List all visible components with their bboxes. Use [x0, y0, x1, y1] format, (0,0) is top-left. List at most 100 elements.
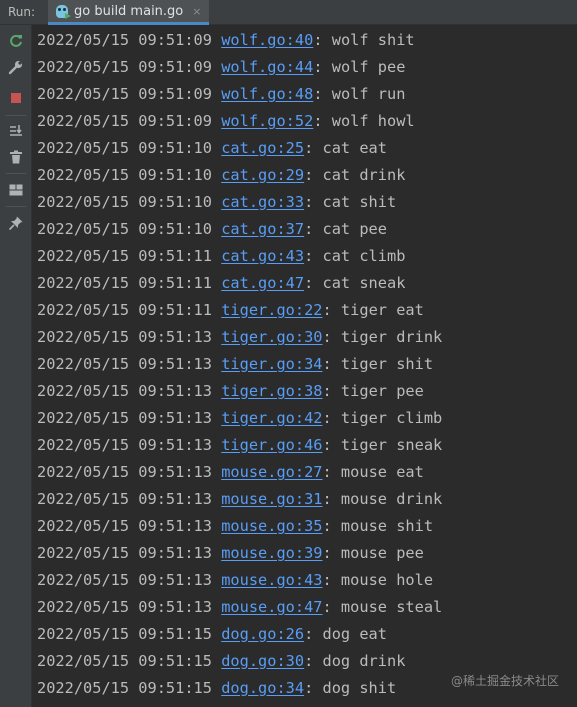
source-file-link[interactable]: wolf.go:40 [221, 31, 313, 49]
source-file-link[interactable]: cat.go:33 [221, 193, 304, 211]
source-file-link[interactable]: tiger.go:22 [221, 301, 322, 319]
source-file-link[interactable]: mouse.go:31 [221, 490, 322, 508]
console-line: 2022/05/15 09:51:11 tiger.go:22: tiger e… [37, 297, 424, 324]
log-message: : wolf howl [313, 112, 415, 130]
console-line: 2022/05/15 09:51:13 tiger.go:34: tiger s… [37, 351, 433, 378]
console-line: 2022/05/15 09:51:09 wolf.go:40: wolf shi… [37, 27, 415, 54]
log-timestamp: 2022/05/15 09:51:10 [37, 166, 212, 184]
source-file-link[interactable]: wolf.go:48 [221, 85, 313, 103]
log-timestamp: 2022/05/15 09:51:11 [37, 247, 212, 265]
source-file-link[interactable]: cat.go:29 [221, 166, 304, 184]
log-message: : wolf pee [313, 58, 406, 76]
pin-icon [8, 216, 23, 231]
console-line: 2022/05/15 09:51:10 cat.go:33: cat shit [37, 189, 396, 216]
source-file-link[interactable]: cat.go:37 [221, 220, 304, 238]
source-file-link[interactable]: cat.go:43 [221, 247, 304, 265]
log-message: : cat pee [304, 220, 387, 238]
source-file-link[interactable]: tiger.go:46 [221, 436, 322, 454]
log-message: : dog eat [304, 625, 387, 643]
source-file-link[interactable]: dog.go:30 [221, 652, 304, 670]
edit-configuration-button[interactable] [8, 59, 24, 75]
source-file-link[interactable]: tiger.go:34 [221, 355, 322, 373]
rerun-icon [10, 34, 22, 47]
stop-button[interactable] [8, 90, 24, 106]
console-line: 2022/05/15 09:51:10 cat.go:25: cat eat [37, 135, 387, 162]
scroll-to-end-button[interactable] [8, 123, 24, 139]
log-message: : mouse eat [322, 463, 424, 481]
run-tool-window-header: Run: go build main.go × [0, 0, 577, 25]
clear-all-button[interactable] [8, 149, 24, 165]
log-timestamp: 2022/05/15 09:51:13 [37, 409, 212, 427]
run-toolbar [0, 25, 32, 707]
source-file-link[interactable]: wolf.go:44 [221, 58, 313, 76]
source-file-link[interactable]: mouse.go:27 [221, 463, 322, 481]
go-gopher-run-icon [56, 4, 71, 19]
log-message: : tiger climb [322, 409, 443, 427]
source-file-link[interactable]: tiger.go:30 [221, 328, 322, 346]
log-timestamp: 2022/05/15 09:51:13 [37, 328, 212, 346]
log-timestamp: 2022/05/15 09:51:13 [37, 355, 212, 373]
console-line: 2022/05/15 09:51:10 cat.go:37: cat pee [37, 216, 387, 243]
source-file-link[interactable]: mouse.go:47 [221, 598, 322, 616]
source-file-link[interactable]: mouse.go:39 [221, 544, 322, 562]
log-timestamp: 2022/05/15 09:51:09 [37, 31, 212, 49]
close-icon[interactable]: × [192, 5, 201, 18]
log-timestamp: 2022/05/15 09:51:13 [37, 382, 212, 400]
tab-go-build-main[interactable]: go build main.go × [48, 0, 210, 25]
console-line: 2022/05/15 09:51:09 wolf.go:52: wolf how… [37, 108, 415, 135]
source-file-link[interactable]: tiger.go:38 [221, 382, 322, 400]
log-timestamp: 2022/05/15 09:51:13 [37, 463, 212, 481]
trash-icon [10, 150, 22, 164]
console-line: 2022/05/15 09:51:13 mouse.go:47: mouse s… [37, 594, 442, 621]
log-message: : dog shit [304, 679, 397, 697]
log-timestamp: 2022/05/15 09:51:10 [37, 193, 212, 211]
pin-tab-button[interactable] [8, 215, 24, 231]
source-file-link[interactable]: dog.go:26 [221, 625, 304, 643]
source-file-link[interactable]: dog.go:34 [221, 679, 304, 697]
run-label: Run: [8, 5, 36, 19]
toolbar-separator [6, 206, 26, 207]
console-line: 2022/05/15 09:51:13 mouse.go:27: mouse e… [37, 459, 424, 486]
console-line: 2022/05/15 09:51:13 tiger.go:46: tiger s… [37, 432, 442, 459]
layout-button[interactable] [8, 182, 24, 198]
log-message: : cat climb [304, 247, 406, 265]
source-file-link[interactable]: mouse.go:35 [221, 517, 322, 535]
source-file-link[interactable]: tiger.go:42 [221, 409, 322, 427]
source-file-link[interactable]: cat.go:47 [221, 274, 304, 292]
layout-icon [9, 184, 23, 196]
log-message: : cat eat [304, 139, 387, 157]
log-message: : dog drink [304, 652, 406, 670]
log-message: : cat sneak [304, 274, 406, 292]
console-line: 2022/05/15 09:51:13 mouse.go:35: mouse s… [37, 513, 433, 540]
log-message: : cat shit [304, 193, 397, 211]
log-timestamp: 2022/05/15 09:51:13 [37, 598, 212, 616]
console-line: 2022/05/15 09:51:15 dog.go:26: dog eat [37, 621, 387, 648]
log-timestamp: 2022/05/15 09:51:15 [37, 625, 212, 643]
log-message: : mouse hole [322, 571, 434, 589]
toolbar-separator [6, 173, 26, 174]
log-timestamp: 2022/05/15 09:51:11 [37, 301, 212, 319]
log-timestamp: 2022/05/15 09:51:13 [37, 490, 212, 508]
log-message: : wolf shit [313, 31, 415, 49]
log-timestamp: 2022/05/15 09:51:10 [37, 220, 212, 238]
source-file-link[interactable]: wolf.go:52 [221, 112, 313, 130]
console-line: 2022/05/15 09:51:13 mouse.go:39: mouse p… [37, 540, 424, 567]
log-timestamp: 2022/05/15 09:51:15 [37, 652, 212, 670]
log-timestamp: 2022/05/15 09:51:09 [37, 58, 212, 76]
console-output[interactable]: 2022/05/15 09:51:09 wolf.go:40: wolf shi… [33, 25, 577, 707]
log-timestamp: 2022/05/15 09:51:13 [37, 517, 212, 535]
source-file-link[interactable]: mouse.go:43 [221, 571, 322, 589]
log-timestamp: 2022/05/15 09:51:13 [37, 571, 212, 589]
console-line: 2022/05/15 09:51:09 wolf.go:44: wolf pee [37, 54, 405, 81]
log-message: : mouse pee [322, 544, 424, 562]
log-timestamp: 2022/05/15 09:51:13 [37, 436, 212, 454]
stop-icon [11, 93, 21, 103]
log-timestamp: 2022/05/15 09:51:10 [37, 139, 212, 157]
log-timestamp: 2022/05/15 09:51:09 [37, 85, 212, 103]
source-file-link[interactable]: cat.go:25 [221, 139, 304, 157]
tab-title: go build main.go [74, 3, 184, 19]
console-line: 2022/05/15 09:51:09 wolf.go:48: wolf run [37, 81, 405, 108]
console-line: 2022/05/15 09:51:11 cat.go:47: cat sneak [37, 270, 405, 297]
rerun-button[interactable] [8, 33, 24, 49]
console-line: 2022/05/15 09:51:13 mouse.go:31: mouse d… [37, 486, 442, 513]
